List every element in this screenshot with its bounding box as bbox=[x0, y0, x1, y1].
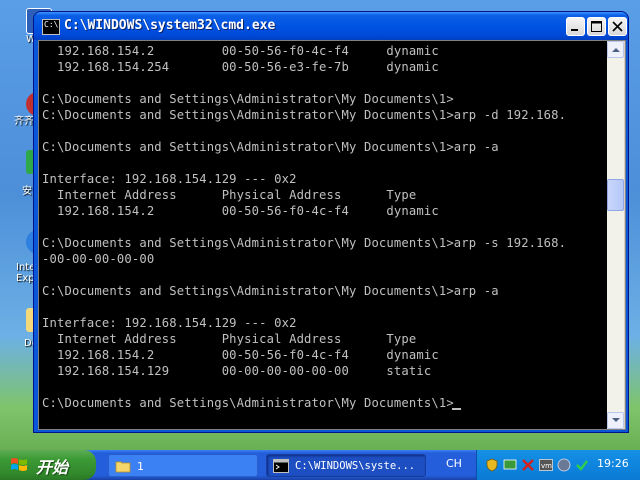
console-output[interactable]: 192.168.154.2 00-50-56-f0-4c-f4 dynamic … bbox=[39, 41, 607, 429]
safely-remove-icon[interactable] bbox=[575, 458, 589, 472]
console-line: C:\Documents and Settings\Administrator\… bbox=[42, 108, 567, 122]
folder-icon bbox=[115, 461, 131, 473]
minimize-icon bbox=[571, 29, 578, 31]
system-tray: vm 19:26 bbox=[476, 450, 640, 480]
taskbar-item-cmd[interactable]: C:\WINDOWS\syste... bbox=[266, 454, 426, 477]
taskbar-item-label: C:\WINDOWS\syste... bbox=[295, 460, 416, 472]
svg-text:vm: vm bbox=[541, 462, 552, 470]
console-line: C:\Documents and Settings\Administrator\… bbox=[42, 140, 499, 154]
scroll-thumb[interactable] bbox=[607, 179, 624, 211]
console-line: 192.168.154.254 00-50-56-e3-fe-7b dynami… bbox=[42, 60, 439, 74]
console-frame: 192.168.154.2 00-50-56-f0-4c-f4 dynamic … bbox=[38, 40, 626, 430]
scroll-up-button[interactable] bbox=[607, 41, 624, 58]
language-indicator[interactable]: CH bbox=[446, 457, 462, 470]
windows-logo-icon bbox=[11, 458, 27, 471]
sound-icon[interactable] bbox=[557, 458, 571, 472]
text-cursor bbox=[452, 408, 462, 410]
console-line: C:\Documents and Settings\Administrator\… bbox=[42, 284, 499, 298]
taskbar-item-label: 1 bbox=[137, 460, 144, 473]
network-icon[interactable] bbox=[503, 458, 517, 472]
console-line: C:\Documents and Settings\Administrator\… bbox=[42, 396, 454, 410]
window-title: C:\WINDOWS\system32\cmd.exe bbox=[64, 18, 276, 33]
arrow-up-icon bbox=[612, 48, 620, 52]
console-line: C:\Documents and Settings\Administrator\… bbox=[42, 236, 567, 250]
cmd-window[interactable]: C:\ C:\WINDOWS\system32\cmd.exe 192.168.… bbox=[34, 12, 628, 432]
arrow-down-icon bbox=[612, 418, 620, 422]
maximize-button[interactable] bbox=[587, 17, 606, 36]
console-line: Interface: 192.168.154.129 --- 0x2 bbox=[42, 172, 297, 186]
console-line: C:\Documents and Settings\Administrator\… bbox=[42, 92, 454, 106]
console-line: Internet Address Physical Address Type bbox=[42, 332, 417, 346]
taskbar-item-folder[interactable]: 1 bbox=[108, 454, 258, 477]
console-line: 192.168.154.129 00-00-00-00-00-00 static bbox=[42, 364, 432, 378]
cmd-icon: C:\ bbox=[42, 19, 60, 35]
console-line: Interface: 192.168.154.129 --- 0x2 bbox=[42, 316, 297, 330]
clock[interactable]: 19:26 bbox=[597, 457, 629, 470]
start-label: 开始 bbox=[36, 458, 69, 477]
close-icon bbox=[612, 21, 623, 32]
console-line: 192.168.154.2 00-50-56-f0-4c-f4 dynamic bbox=[42, 44, 439, 58]
vmware-tools-icon[interactable]: vm bbox=[539, 458, 553, 472]
title-bar[interactable]: C:\ C:\WINDOWS\system32\cmd.exe bbox=[34, 12, 628, 40]
scroll-down-button[interactable] bbox=[607, 412, 624, 429]
start-button[interactable]: 开始 bbox=[0, 450, 96, 480]
close-button[interactable] bbox=[608, 17, 627, 36]
security-shield-icon[interactable] bbox=[485, 458, 499, 472]
console-line: Internet Address Physical Address Type bbox=[42, 188, 417, 202]
console-line: -00-00-00-00-00 bbox=[42, 252, 155, 266]
taskbar: 开始 1 C:\WINDOWS\syste... CH vm 19:26 bbox=[0, 450, 640, 480]
cmd-icon bbox=[273, 459, 289, 473]
console-line: 192.168.154.2 00-50-56-f0-4c-f4 dynamic bbox=[42, 348, 439, 362]
maximize-icon bbox=[591, 21, 602, 32]
antivirus-icon[interactable] bbox=[521, 458, 535, 472]
minimize-button[interactable] bbox=[566, 17, 585, 36]
console-line: 192.168.154.2 00-50-56-f0-4c-f4 dynamic bbox=[42, 204, 439, 218]
vertical-scrollbar[interactable] bbox=[607, 41, 624, 429]
